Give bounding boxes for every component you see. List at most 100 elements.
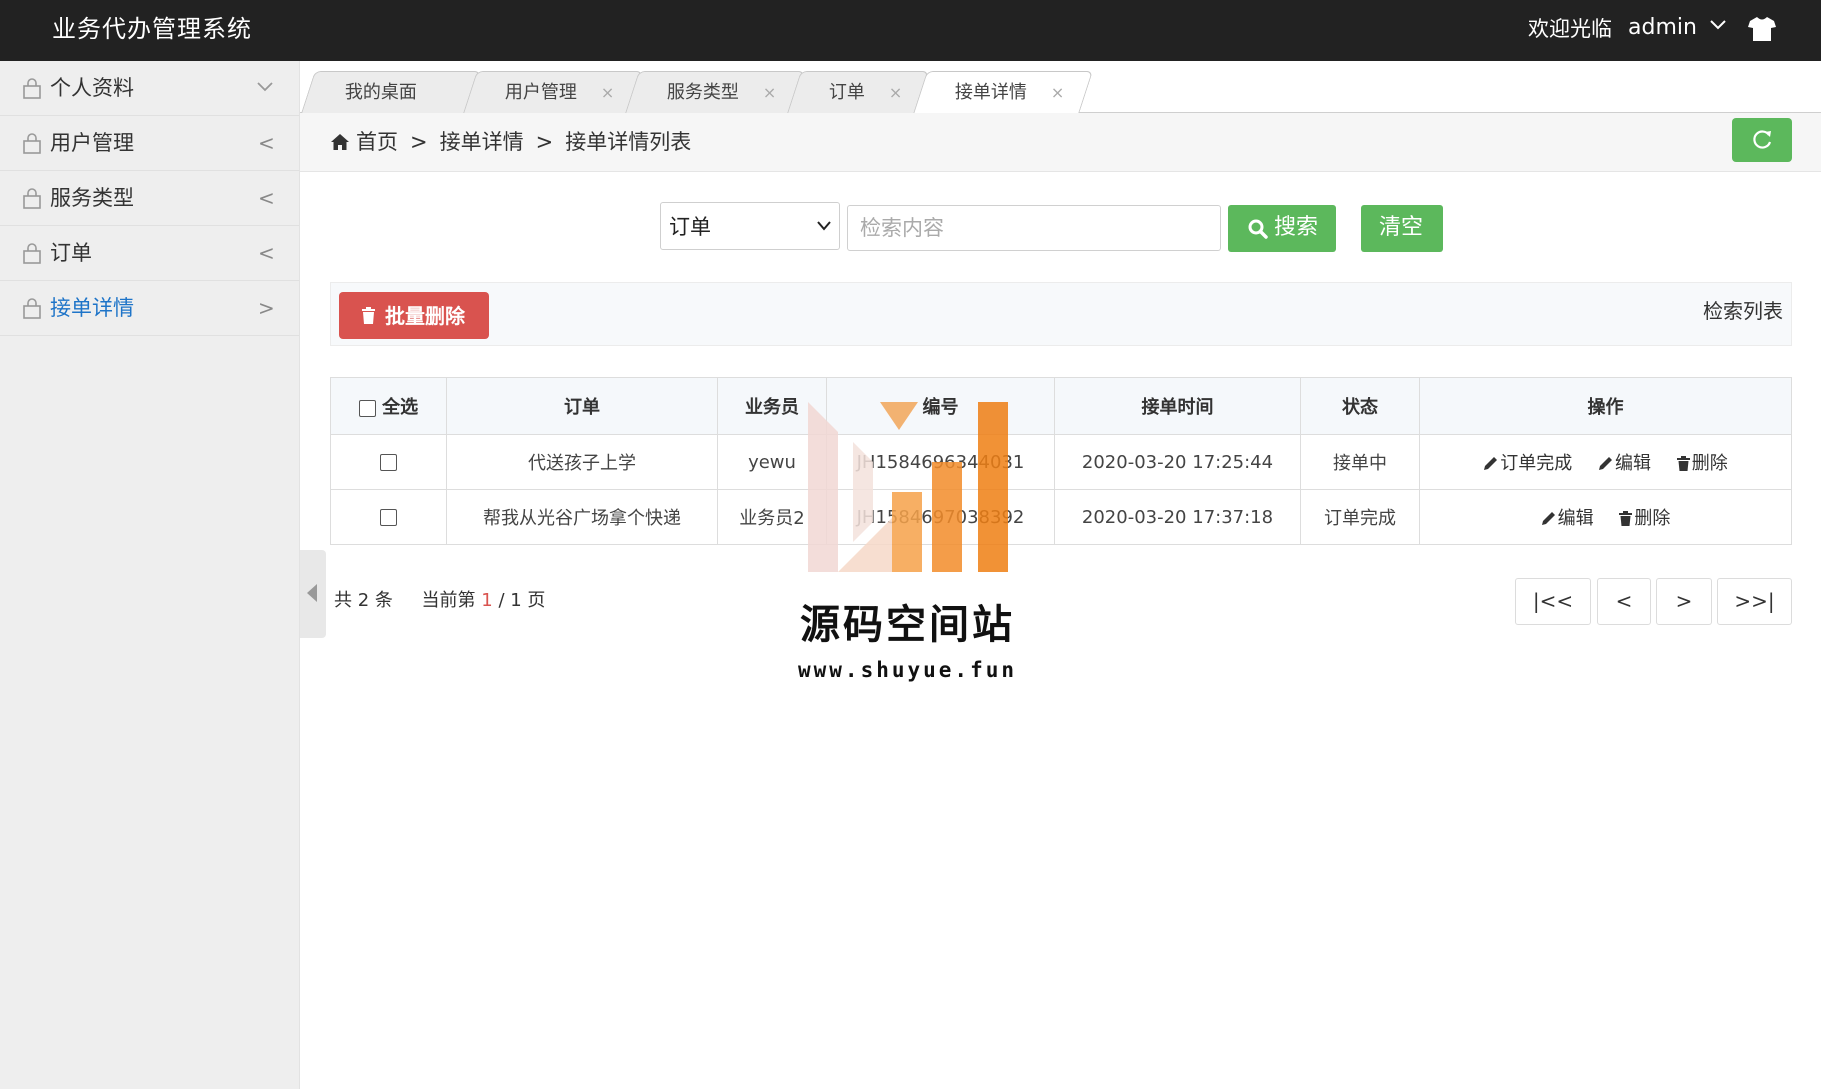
watermark-logo	[808, 402, 1008, 572]
cell-status: 订单完成	[1300, 489, 1420, 545]
table-header-row: 全选 订单 业务员 编号 接单时间 状态 操作	[330, 377, 1792, 435]
delete-label: 删除	[1691, 453, 1728, 474]
cell-order: 代送孩子上学	[446, 434, 718, 490]
sidebar-item-profile[interactable]: 个人资料	[0, 61, 299, 116]
tab-orders[interactable]: 订单 ×	[787, 71, 929, 113]
chevron-right-icon: >	[258, 296, 275, 320]
bag-icon	[23, 133, 41, 154]
list-toolbar: 批量删除 检索列表	[330, 282, 1792, 346]
refresh-button[interactable]	[1732, 118, 1792, 162]
search-field-select[interactable]: 订单	[660, 202, 840, 250]
tab-users[interactable]: 用户管理 ×	[463, 71, 643, 113]
sidebar-item-service-types[interactable]: 服务类型 <	[0, 171, 299, 226]
chevron-left-icon: <	[258, 131, 275, 155]
current-page: 1	[481, 590, 493, 611]
top-header: 业务代办管理系统 欢迎光临 admin	[0, 0, 1821, 61]
batch-delete-label: 批量删除	[385, 304, 465, 328]
tab-label: 我的桌面	[344, 82, 417, 103]
order-details-table: 全选 订单 业务员 编号 接单时间 状态 操作 代送孩子上学 yewu JH15…	[330, 377, 1792, 545]
cell-actions: 编辑 删除	[1419, 489, 1792, 545]
row-select-cell	[330, 434, 447, 490]
search-icon	[1248, 219, 1268, 239]
table-row: 帮我从光谷广场拿个快递 业务员2 JH1584697038392 2020-03…	[330, 489, 1792, 545]
search-button[interactable]: 搜索	[1228, 205, 1336, 252]
edit-link[interactable]: 编辑	[1598, 449, 1651, 475]
tab-label: 用户管理	[504, 82, 577, 103]
row-checkbox[interactable]	[380, 509, 397, 526]
close-icon[interactable]: ×	[1051, 81, 1064, 105]
delete-link[interactable]: 删除	[1619, 504, 1670, 530]
total-pages: / 1 页	[498, 590, 546, 611]
col-select-all: 全选	[330, 377, 447, 435]
col-order: 订单	[446, 377, 718, 435]
prev-page-button[interactable]: <	[1597, 578, 1651, 625]
chevron-down-icon	[817, 221, 831, 231]
col-actions: 操作	[1419, 377, 1792, 435]
sidebar: 个人资料 用户管理 < 服务类型 < 订单 < 接单详情 >	[0, 61, 300, 1089]
next-page-button[interactable]: >	[1656, 578, 1712, 625]
sidebar-item-orders[interactable]: 订单 <	[0, 226, 299, 281]
pagination-info: 共 2 条 当前第 1 / 1 页	[334, 588, 545, 614]
tab-label: 接单详情	[954, 82, 1027, 103]
sidebar-item-label: 订单	[50, 241, 92, 265]
pencil-icon	[1599, 457, 1612, 470]
tab-desktop[interactable]: 我的桌面	[301, 71, 481, 113]
cell-time: 2020-03-20 17:37:18	[1054, 489, 1301, 545]
bag-icon	[23, 298, 41, 319]
bag-icon	[23, 78, 41, 99]
complete-order-label: 订单完成	[1500, 453, 1573, 474]
row-checkbox[interactable]	[380, 454, 397, 471]
close-icon[interactable]: ×	[763, 81, 776, 105]
breadcrumb: 首页 > 接单详情 > 接单详情列表	[330, 127, 691, 157]
watermark-url: www.shuyue.fun	[798, 658, 1018, 682]
edit-link[interactable]: 编辑	[1541, 504, 1594, 530]
chevron-left-icon: <	[258, 186, 275, 210]
tab-bar: 我的桌面 用户管理 × 服务类型 × 订单 × 接单详情 ×	[300, 61, 1821, 114]
breadcrumb-level1[interactable]: 接单详情	[440, 130, 524, 154]
breadcrumb-separator: >	[410, 130, 428, 154]
pencil-icon	[1484, 457, 1498, 470]
select-all-label: 全选	[382, 397, 419, 418]
tshirt-icon[interactable]	[1748, 16, 1776, 42]
sidebar-collapse-handle[interactable]	[300, 550, 326, 638]
chevron-down-icon	[257, 82, 273, 92]
col-status: 状态	[1300, 377, 1420, 435]
breadcrumb-home[interactable]: 首页	[356, 130, 398, 154]
cell-actions: 订单完成 编辑 删除	[1419, 434, 1792, 490]
edit-label: 编辑	[1557, 508, 1594, 529]
clear-button[interactable]: 清空	[1361, 205, 1443, 252]
col-time: 接单时间	[1054, 377, 1301, 435]
batch-delete-button[interactable]: 批量删除	[339, 292, 489, 339]
sidebar-item-label: 接单详情	[50, 296, 134, 320]
current-prefix: 当前第	[421, 590, 476, 611]
last-page-button[interactable]: >>|	[1717, 578, 1792, 625]
select-all-checkbox[interactable]	[358, 399, 376, 417]
table-row: 代送孩子上学 yewu JH1584696344031 2020-03-20 1…	[330, 434, 1792, 490]
bag-icon	[23, 188, 41, 209]
user-menu[interactable]: admin	[1628, 12, 1726, 44]
clear-button-label: 清空	[1379, 215, 1424, 240]
welcome-text: 欢迎光临	[1528, 17, 1612, 41]
first-page-button[interactable]: |<<	[1515, 578, 1591, 625]
bag-icon	[23, 243, 41, 264]
tab-order-details[interactable]: 接单详情 ×	[913, 71, 1093, 114]
delete-link[interactable]: 删除	[1676, 449, 1728, 475]
close-icon[interactable]: ×	[889, 81, 902, 105]
edit-label: 编辑	[1615, 453, 1651, 474]
search-field-value: 订单	[669, 215, 711, 239]
sidebar-item-order-details[interactable]: 接单详情 >	[0, 281, 299, 336]
sidebar-item-users[interactable]: 用户管理 <	[0, 116, 299, 171]
tab-service-types[interactable]: 服务类型 ×	[625, 71, 805, 113]
app-title: 业务代办管理系统	[52, 15, 252, 43]
total-prefix: 共	[334, 590, 352, 611]
delete-label: 删除	[1634, 508, 1671, 529]
cell-order: 帮我从光谷广场拿个快递	[446, 489, 718, 545]
search-input[interactable]	[847, 205, 1221, 251]
breadcrumb-current: 接单详情列表	[565, 130, 692, 154]
refresh-icon	[1753, 130, 1772, 149]
trash-icon	[1619, 511, 1633, 526]
cell-time: 2020-03-20 17:25:44	[1054, 434, 1301, 490]
close-icon[interactable]: ×	[601, 81, 614, 105]
complete-order-link[interactable]: 订单完成	[1483, 449, 1572, 475]
total-count: 2	[357, 590, 370, 611]
